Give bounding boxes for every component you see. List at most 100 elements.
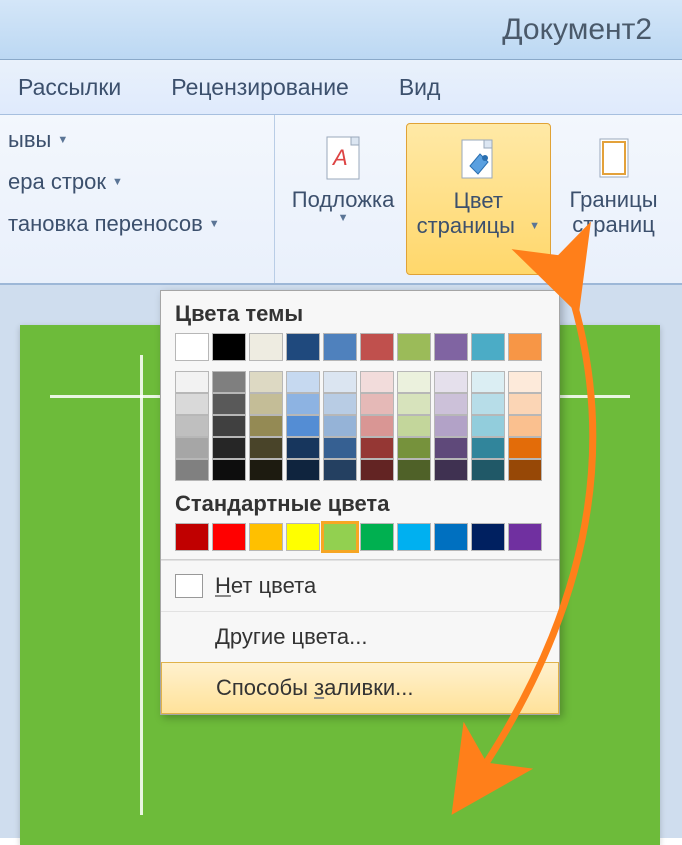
color-swatch[interactable] xyxy=(175,393,209,415)
more-colors-option[interactable]: Другие цвета... xyxy=(161,611,559,662)
no-color-option[interactable]: Нет цвета xyxy=(161,560,559,611)
color-swatch[interactable] xyxy=(508,415,542,437)
theme-colors-label: Цвета темы xyxy=(161,291,559,333)
tab-view[interactable]: Вид xyxy=(399,74,441,101)
color-swatch[interactable] xyxy=(397,415,431,437)
color-swatch[interactable] xyxy=(212,333,246,361)
page-setup-group: ывы▼ ера строк▼ тановка переносов▼ xyxy=(0,115,275,283)
color-swatch[interactable] xyxy=(397,437,431,459)
chevron-down-icon: ▼ xyxy=(338,212,349,224)
color-swatch[interactable] xyxy=(175,333,209,361)
color-swatch[interactable] xyxy=(508,333,542,361)
color-swatch[interactable] xyxy=(434,415,468,437)
color-swatch[interactable] xyxy=(249,333,283,361)
color-swatch[interactable] xyxy=(434,437,468,459)
color-swatch[interactable] xyxy=(360,459,394,481)
color-swatch[interactable] xyxy=(249,459,283,481)
color-swatch[interactable] xyxy=(508,371,542,393)
color-swatch[interactable] xyxy=(471,523,505,551)
page-color-button[interactable]: Цвет страницы ▼ xyxy=(406,123,551,275)
color-swatch[interactable] xyxy=(323,333,357,361)
color-swatch[interactable] xyxy=(249,371,283,393)
color-swatch[interactable] xyxy=(360,371,394,393)
color-swatch[interactable] xyxy=(175,415,209,437)
document-title: Документ2 xyxy=(502,13,652,47)
color-swatch[interactable] xyxy=(360,437,394,459)
no-color-swatch-icon xyxy=(175,574,203,598)
color-swatch[interactable] xyxy=(360,393,394,415)
color-swatch[interactable] xyxy=(249,523,283,551)
hyphenation-button[interactable]: тановка переносов▼ xyxy=(8,211,266,237)
color-swatch[interactable] xyxy=(286,333,320,361)
line-numbers-button[interactable]: ера строк▼ xyxy=(8,169,266,195)
color-swatch[interactable] xyxy=(434,371,468,393)
svg-text:A: A xyxy=(331,145,348,170)
color-swatch[interactable] xyxy=(323,415,357,437)
color-swatch[interactable] xyxy=(175,459,209,481)
watermark-icon: A xyxy=(323,131,363,187)
page-color-icon xyxy=(456,132,500,188)
color-swatch[interactable] xyxy=(249,393,283,415)
color-swatch[interactable] xyxy=(471,333,505,361)
color-swatch[interactable] xyxy=(397,523,431,551)
color-swatch[interactable] xyxy=(212,437,246,459)
color-swatch[interactable] xyxy=(471,371,505,393)
page-background-group: A Подложка ▼ Цвет страницы ▼ Границы стр… xyxy=(275,115,682,283)
color-swatch[interactable] xyxy=(212,523,246,551)
color-swatch[interactable] xyxy=(249,437,283,459)
color-swatch[interactable] xyxy=(471,459,505,481)
standard-colors-row xyxy=(161,523,559,551)
color-swatch[interactable] xyxy=(360,333,394,361)
color-swatch[interactable] xyxy=(212,393,246,415)
color-swatch[interactable] xyxy=(323,437,357,459)
color-swatch[interactable] xyxy=(434,393,468,415)
watermark-button[interactable]: A Подложка ▼ xyxy=(281,123,406,275)
color-swatch[interactable] xyxy=(323,459,357,481)
breaks-button[interactable]: ывы▼ xyxy=(8,127,266,153)
color-swatch[interactable] xyxy=(508,523,542,551)
color-swatch[interactable] xyxy=(175,371,209,393)
page-color-popup: Цвета темы Стандартные цвета Нет цвета Д… xyxy=(160,290,560,715)
color-swatch[interactable] xyxy=(434,459,468,481)
color-swatch[interactable] xyxy=(286,459,320,481)
chevron-down-icon: ▼ xyxy=(57,134,68,146)
color-swatch[interactable] xyxy=(323,393,357,415)
tab-review[interactable]: Рецензирование xyxy=(171,74,349,101)
fill-effects-option[interactable]: Способы заливки... xyxy=(161,662,559,714)
color-swatch[interactable] xyxy=(360,415,394,437)
chevron-down-icon: ▼ xyxy=(209,218,220,230)
ribbon: ывы▼ ера строк▼ тановка переносов▼ A Под… xyxy=(0,115,682,285)
color-swatch[interactable] xyxy=(212,371,246,393)
color-swatch[interactable] xyxy=(323,523,357,551)
color-swatch[interactable] xyxy=(508,437,542,459)
color-swatch[interactable] xyxy=(360,523,394,551)
color-swatch[interactable] xyxy=(323,371,357,393)
color-swatch[interactable] xyxy=(397,371,431,393)
color-swatch[interactable] xyxy=(434,523,468,551)
color-swatch[interactable] xyxy=(286,415,320,437)
color-swatch[interactable] xyxy=(397,333,431,361)
color-swatch[interactable] xyxy=(434,333,468,361)
color-swatch[interactable] xyxy=(212,415,246,437)
color-swatch[interactable] xyxy=(212,459,246,481)
page-borders-button[interactable]: Границы страниц xyxy=(551,123,676,275)
theme-colors-row xyxy=(161,333,559,361)
color-swatch[interactable] xyxy=(286,393,320,415)
standard-colors-label: Стандартные цвета xyxy=(161,481,559,523)
color-swatch[interactable] xyxy=(397,459,431,481)
color-swatch[interactable] xyxy=(508,459,542,481)
color-swatch[interactable] xyxy=(471,437,505,459)
color-swatch[interactable] xyxy=(286,437,320,459)
color-swatch[interactable] xyxy=(286,523,320,551)
color-swatch[interactable] xyxy=(471,393,505,415)
color-swatch[interactable] xyxy=(249,415,283,437)
ribbon-tabs: Рассылки Рецензирование Вид xyxy=(0,60,682,115)
tab-mailings[interactable]: Рассылки xyxy=(18,74,121,101)
color-swatch[interactable] xyxy=(397,393,431,415)
color-swatch[interactable] xyxy=(286,371,320,393)
color-swatch[interactable] xyxy=(508,393,542,415)
color-swatch[interactable] xyxy=(471,415,505,437)
color-swatch[interactable] xyxy=(175,523,209,551)
chevron-down-icon: ▼ xyxy=(529,220,540,233)
color-swatch[interactable] xyxy=(175,437,209,459)
